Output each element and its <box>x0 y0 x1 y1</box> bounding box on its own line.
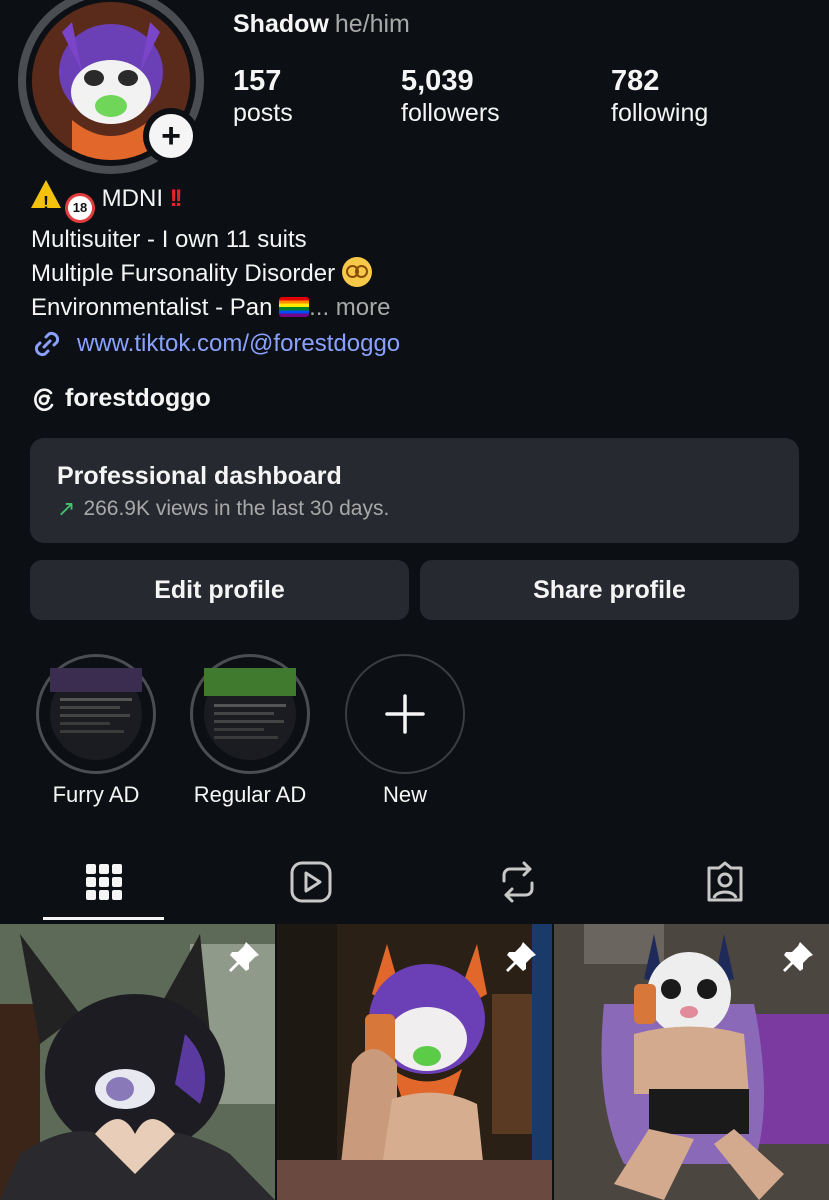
dashboard-title: Professional dashboard <box>57 462 342 490</box>
grid-post-2[interactable] <box>277 924 552 1200</box>
highlight-thumbnail <box>204 668 296 760</box>
reels-icon <box>290 861 332 903</box>
dashboard-subtitle: ↗ 266.9K views in the last 30 days. <box>57 496 390 521</box>
active-tab-indicator <box>43 917 164 920</box>
username: Shadow <box>233 10 329 38</box>
stat-posts[interactable]: 157 posts <box>233 64 293 128</box>
grid-post-3[interactable] <box>554 924 829 1200</box>
tab-reposts[interactable] <box>456 852 580 912</box>
tagged-person-icon <box>707 861 743 902</box>
reposts-icon <box>502 861 534 903</box>
trend-up-arrow-icon: ↗ <box>57 496 76 521</box>
bio-more-link[interactable]: ... more <box>309 294 390 321</box>
grid-icon <box>86 864 122 900</box>
plus-icon: + <box>149 114 193 158</box>
followers-count: 5,039 <box>401 65 474 97</box>
dizzy-face-emoji-icon <box>341 257 372 287</box>
warning-emoji-icon: ! <box>31 180 61 213</box>
highlight-label: Regular AD <box>193 782 307 807</box>
link-icon <box>34 331 60 357</box>
bio-line-2: Multisuiter - I own 11 suits <box>31 226 307 253</box>
bio-line-1: ! 18 MDNI !! <box>31 180 390 223</box>
edit-profile-button[interactable]: Edit profile <box>30 560 409 620</box>
pinned-post-icon <box>229 942 259 972</box>
rainbow-flag-emoji-icon <box>279 297 310 317</box>
tab-posts-grid[interactable] <box>42 852 166 912</box>
highlight-furry-ad[interactable]: Furry AD <box>34 654 158 808</box>
tab-reels[interactable] <box>249 852 373 912</box>
no-under-18-emoji-icon: 18 <box>65 193 95 223</box>
bio-line-4: Environmentalist - Pan ... more <box>31 294 391 321</box>
professional-dashboard-card[interactable]: Professional dashboard ↗ 266.9K views in… <box>30 438 799 543</box>
profile-name: Shadow he/him <box>233 10 410 39</box>
pronouns: he/him <box>334 10 410 38</box>
add-story-button[interactable]: + <box>143 108 199 164</box>
grid-post-1[interactable] <box>0 924 275 1200</box>
profile-link[interactable]: www.tiktok.com/@forestdoggo <box>31 328 400 360</box>
following-count: 782 <box>611 65 660 97</box>
threads-badge[interactable]: forestdoggo <box>31 384 211 413</box>
pinned-post-icon <box>783 942 813 972</box>
threads-handle: forestdoggo <box>65 384 211 412</box>
followers-label: followers <box>401 99 500 127</box>
highlight-label: Furry AD <box>52 782 140 807</box>
following-label: following <box>611 99 709 127</box>
bio-line-3: Multiple Fursonality Disorder <box>31 257 390 291</box>
highlight-label: New <box>382 782 427 807</box>
stat-followers[interactable]: 5,039 followers <box>401 64 500 128</box>
plus-icon <box>385 694 425 734</box>
posts-count: 157 <box>233 65 282 97</box>
highlight-thumbnail <box>50 668 142 760</box>
highlight-new[interactable]: New <box>343 654 467 808</box>
threads-icon <box>34 387 54 411</box>
share-profile-button[interactable]: Share profile <box>420 560 799 620</box>
stat-following[interactable]: 782 following <box>611 64 708 128</box>
highlight-regular-ad[interactable]: Regular AD <box>188 654 312 808</box>
profile-bio: ! 18 MDNI !! Multisuiter - I own 11 suits… <box>31 180 390 325</box>
posts-label: posts <box>233 99 293 127</box>
link-url: www.tiktok.com/@forestdoggo <box>77 330 401 357</box>
double-exclamation-emoji-icon: !! <box>169 185 183 212</box>
pinned-post-icon <box>506 942 536 972</box>
tab-tagged[interactable] <box>663 852 787 912</box>
